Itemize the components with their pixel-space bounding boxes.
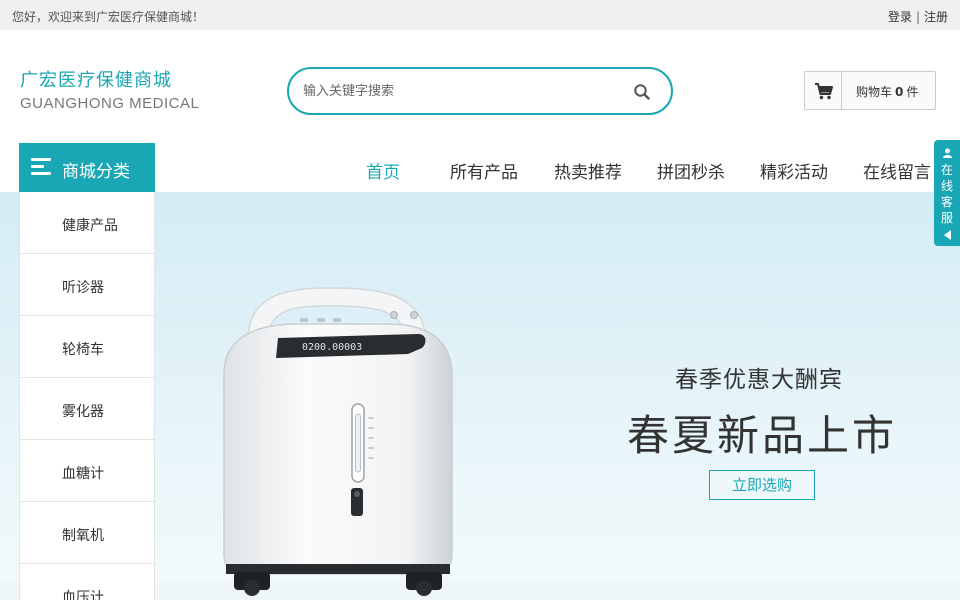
nav-item-flash-sale[interactable]: 拼团秒杀 [657,158,725,183]
nav-item-events[interactable]: 精彩活动 [760,158,828,183]
category-menu-button[interactable]: 商城分类 [19,143,155,192]
search-input[interactable] [303,81,623,101]
nav-item-all-products[interactable]: 所有产品 [450,158,518,183]
welcome-text: 您好，欢迎来到广宏医疗保健商城！ [12,10,205,24]
category-item-blood-pressure[interactable]: 血压计 [20,564,154,600]
category-sidebar: 健康产品 听诊器 轮椅车 雾化器 血糖计 制氧机 血压计 [19,192,155,600]
category-item-oxygen[interactable]: 制氧机 [20,502,154,564]
cart-unit: 件 [906,85,919,99]
banner-title: 春夏新品上市 [627,411,898,460]
banner-subtitle: 春季优惠大酬宾 [675,367,843,393]
user-icon [943,148,952,158]
auth-separator: | [915,10,920,24]
logo-english[interactable]: GUANGHONG MEDICAL [20,95,199,112]
arrow-left-icon [944,230,951,240]
category-label: 轮椅车 [62,342,104,358]
logo-chinese[interactable]: 广宏医疗保健商城 [20,66,172,92]
category-label: 血糖计 [62,466,104,482]
search-icon[interactable] [633,83,651,101]
search-box [287,67,673,115]
category-label: 制氧机 [62,528,104,544]
category-label: 健康产品 [62,218,118,234]
shop-now-button[interactable]: 立即选购 [709,470,815,500]
top-bar: 您好，欢迎来到广宏医疗保健商城！ 登录 | 注册 [0,0,960,30]
category-item-wheelchair[interactable]: 轮椅车 [20,316,154,378]
category-item-nebulizer[interactable]: 雾化器 [20,378,154,440]
cart-summary: 购物车 0 件 [856,83,918,100]
online-service-label: 在线客服 [941,163,954,225]
online-service-tab[interactable]: 在线客服 [934,140,960,246]
category-label: 听诊器 [62,280,104,296]
category-item-health[interactable]: 健康产品 [20,192,154,254]
category-item-glucometer[interactable]: 血糖计 [20,440,154,502]
cart-count: 0 [895,85,904,99]
cart-icon [815,83,833,100]
oxygen-concentrator-image: 0200.00003 [223,287,453,596]
device-display: 0200.00003 [302,342,362,353]
category-item-stethoscope[interactable]: 听诊器 [20,254,154,316]
main-nav: 首页 所有产品 热卖推荐 拼团秒杀 精彩活动 在线留言 [350,143,960,192]
nav-item-message[interactable]: 在线留言 [863,158,931,183]
register-link[interactable]: 注册 [924,10,948,24]
menu-icon [31,158,51,178]
nav-item-hot[interactable]: 热卖推荐 [554,158,622,183]
auth-links: 登录 | 注册 [888,8,948,25]
category-title: 商城分类 [62,162,130,182]
login-link[interactable]: 登录 [888,10,912,24]
cart-label: 购物车 [856,85,893,99]
cart-icon-box [805,72,842,109]
category-label: 血压计 [62,590,104,600]
cart-button[interactable]: 购物车 0 件 [804,71,936,110]
category-label: 雾化器 [62,404,104,420]
nav-item-home[interactable]: 首页 [366,158,400,183]
